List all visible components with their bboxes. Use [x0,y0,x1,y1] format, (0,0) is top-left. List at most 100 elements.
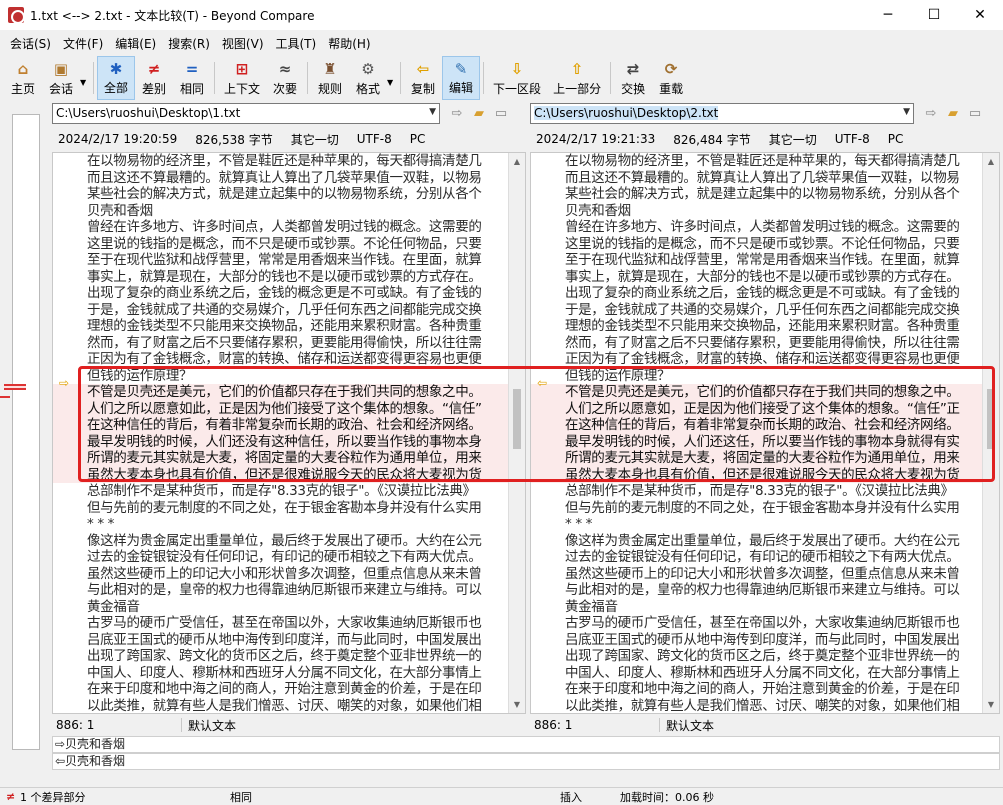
menu-file[interactable]: 文件(F) [57,35,109,52]
text-line[interactable]: 吕底亚王国式的硬币从地中海传到印度洋，而与此同时，中国发展出 [531,632,999,649]
text-line[interactable]: 理想的金钱类型不只能用来交换物品，还能用来累积财富。各种贵重 [531,318,999,335]
home-button[interactable]: ⌂ 主页 [4,56,42,100]
text-line[interactable]: 理想的金钱类型不只能用来交换物品，还能用来累积财富。各种贵重 [53,318,525,335]
reload-button[interactable]: ⟳ 重载 [652,56,690,100]
menu-tools[interactable]: 工具(T) [270,35,323,52]
left-encoding[interactable]: UTF-8 [357,132,392,146]
right-line-ending[interactable]: PC [888,132,904,146]
text-line[interactable]: 出现了跨国家、跨文化的货币区之后，终于奠定整个亚非世界统一的 [531,648,999,665]
right-encoding[interactable]: UTF-8 [835,132,870,146]
show-all-button[interactable]: ✱ 全部 [97,56,136,100]
copy-button[interactable]: ⇦ 复制 [404,56,442,100]
text-line[interactable]: 总部制作不是某种货币，而是存"8.33克的银子"。《汉谟拉比法典》 [53,483,525,500]
menu-help[interactable]: 帮助(H) [322,35,376,52]
text-line[interactable]: 古罗马的硬币广受信任，甚至在帝国以外，大家收集迪纳厄斯银币也 [53,615,525,632]
text-line[interactable]: 在以物易物的经济里，不管是鞋匠还是种苹果的，每天都得搞清楚几 [53,153,525,170]
text-line[interactable]: 至于在现代监狱和战俘营里，常常是用香烟来当作钱。在里面，就算 [53,252,525,269]
text-line[interactable]: 过去的金锭银锭没有任何印记，有印记的硬币相较之下有两大优点。 [53,549,525,566]
right-other-dropdown[interactable]: 其它一切 [769,131,817,148]
chevron-down-icon[interactable]: ▼ [429,107,436,117]
text-line[interactable]: 虽然这些硬币上的印记大小和形状曾多次调整，但重点信息从来未曾 [531,566,999,583]
text-line[interactable]: 某些社会的解决方式，就是建立起集中的以物易物系统，分别从各个 [53,186,525,203]
prev-section-button[interactable]: ⇧ 上一部分 [547,56,607,100]
scroll-up-icon[interactable]: ▲ [509,153,525,170]
left-save-icon[interactable]: ▭ [490,106,512,121]
swap-button[interactable]: ⇄ 交换 [614,56,652,100]
menu-search[interactable]: 搜索(R) [162,35,216,52]
text-line[interactable]: 于是，金钱就成了共通的交易媒介，几乎任何东西之间都能完成交换 [53,302,525,319]
scroll-down-icon[interactable]: ▼ [509,696,525,713]
text-line[interactable]: 与此相对的是，皇帝的权力也得靠迪纳厄斯银币来建立与维持。可以 [53,582,525,599]
left-folder-icon[interactable]: ▰ [468,106,490,121]
diff-overview-marker[interactable] [4,384,26,390]
text-line[interactable]: 在以物易物的经济里，不管是鞋匠还是种苹果的，每天都得搞清楚几 [531,153,999,170]
right-folder-icon[interactable]: ▰ [942,106,964,121]
text-line[interactable]: 以此类推，就算有些人是我们憎恶、讨厌、嘲笑的对象，如果他们相 [53,698,525,714]
text-line[interactable]: 中国人、印度人、穆斯林和西班牙人分属不同文化，在大部分事情上 [53,665,525,682]
edit-button[interactable]: ✎ 编辑 [442,56,481,100]
text-line[interactable]: 古罗马的硬币广受信任，甚至在帝国以外，大家收集迪纳厄斯银币也 [531,615,999,632]
scroll-down-icon[interactable]: ▼ [983,696,999,713]
format-dropdown-arrow[interactable]: ▼ [387,56,397,100]
rules-button[interactable]: ♜ 规则 [311,56,349,100]
text-line[interactable]: 总部制作不是某种货币，而是存"8.33克的银子"。《汉谟拉比法典》 [531,483,999,500]
text-line[interactable]: 过去的金锭银锭没有任何印记，有印记的硬币相较之下有两大优点。 [531,549,999,566]
minimize-button[interactable]: ─ [865,0,911,30]
left-history-icon[interactable]: ⇨ [446,106,468,121]
session-button[interactable]: ▣ 会话 [42,56,80,100]
close-button[interactable]: ✕ [957,0,1003,30]
text-line[interactable]: 像这样为贵金属定出重量单位，最后终于发展出了硬币。大约在公元 [53,533,525,550]
text-line[interactable]: 然而，有了财富之后不只要储存累积，更要能用得偷快，所以往往需 [53,335,525,352]
text-line[interactable]: 以此类推，就算有些人是我们憎恶、讨厌、嘲笑的对象，如果他们相 [531,698,999,714]
next-section-button[interactable]: ⇩ 下一区段 [487,56,547,100]
text-line[interactable]: 黄金福音 [53,599,525,616]
text-line[interactable]: 虽然这些硬币上的印记大小和形状曾多次调整，但重点信息从来未曾 [53,566,525,583]
text-line[interactable]: 然而，有了财富之后不只要储存累积，更要能用得偷快，所以往往需 [531,335,999,352]
text-line[interactable]: 与此相对的是，皇帝的权力也得靠迪纳厄斯银币来建立与维持。可以 [531,582,999,599]
overview-ruler[interactable] [12,114,40,750]
text-line[interactable]: 这里说的钱指的是概念，而不只是硬币或钞票。不论任何物品，只要 [531,236,999,253]
text-line[interactable]: 但与先前的麦元制度的不同之处，在于银金客勘本身并没有什么实用 [53,500,525,517]
text-line[interactable]: 但与先前的麦元制度的不同之处，在于银金客勘本身并没有什么实用 [531,500,999,517]
right-history-icon[interactable]: ⇨ [920,106,942,121]
text-line[interactable]: 中国人、印度人、穆斯林和西班牙人分属不同文化，在大部分事情上 [531,665,999,682]
text-line[interactable]: 出现了复杂的商业系统之后，金钱的概念更是不可或缺。有了金钱的 [53,285,525,302]
text-line[interactable]: 而且这还不算最糟的。就算真让人算出了几袋苹果值一双鞋，以物易 [531,170,999,187]
context-button[interactable]: ⊞ 上下文 [218,56,266,100]
text-line[interactable]: 像这样为贵金属定出重量单位，最后终于发展出了硬币。大约在公元 [531,533,999,550]
menu-edit[interactable]: 编辑(E) [109,35,162,52]
minor-button[interactable]: ≈ 次要 [266,56,304,100]
chevron-down-icon[interactable]: ▼ [903,107,910,117]
text-line[interactable]: 黄金福音 [531,599,999,616]
text-line[interactable]: 事实上，就算是现在，大部分的钱也不是以硬币或钞票的方式存在。 [53,269,525,286]
text-line[interactable]: 出现了复杂的商业系统之后，金钱的概念更是不可或缺。有了金钱的 [531,285,999,302]
text-line[interactable]: * * * [53,516,525,533]
right-save-icon[interactable]: ▭ [964,106,986,121]
text-line[interactable]: 于是，金钱就成了共通的交易媒介，几乎任何东西之间都能完成交换 [531,302,999,319]
text-line[interactable]: 曾经在许多地方、许多时间点，人类都曾发明过钱的概念。这需要的 [53,219,525,236]
right-path-field[interactable]: C:\Users\ruoshui\Desktop\2.txt ▼ [530,102,914,124]
text-line[interactable]: * * * [531,516,999,533]
text-line[interactable]: 某些社会的解决方式，就是建立起集中的以物易物系统，分别从各个 [531,186,999,203]
menu-session[interactable]: 会话(S) [4,35,57,52]
maximize-button[interactable]: ☐ [911,0,957,30]
left-line-ending[interactable]: PC [410,132,426,146]
left-path-field[interactable]: C:\Users\ruoshui\Desktop\1.txt ▼ [52,102,440,124]
text-line[interactable]: 吕底亚王国式的硬币从地中海传到印度洋，而与此同时，中国发展出 [53,632,525,649]
session-dropdown-arrow[interactable]: ▼ [80,56,90,100]
right-text-mode[interactable]: 默认文本 [660,717,714,734]
text-line[interactable]: 这里说的钱指的是概念，而不只是硬币或钞票。不论任何物品，只要 [53,236,525,253]
format-button[interactable]: ⚙ 格式 [349,56,387,100]
text-line[interactable]: 至于在现代监狱和战俘营里，常常是用香烟来当作钱。在里面，就算 [531,252,999,269]
show-same-button[interactable]: = 相同 [173,56,211,100]
menu-view[interactable]: 视图(V) [216,35,270,52]
left-text-mode[interactable]: 默认文本 [182,717,236,734]
scroll-up-icon[interactable]: ▲ [983,153,999,170]
text-line[interactable]: 出现了跨国家、跨文化的货币区之后，终于奠定整个亚非世界统一的 [53,648,525,665]
text-line[interactable]: 贝壳和香烟 [531,203,999,220]
text-line[interactable]: 而且这还不算最糟的。就算真让人算出了几袋苹果值一双鞋，以物易 [53,170,525,187]
text-line[interactable]: 在来于印度和地中海之间的商人，开始注意到黄金的价差，于是在印 [53,681,525,698]
show-diffs-button[interactable]: ≠ 差别 [135,56,173,100]
text-line[interactable]: 曾经在许多地方、许多时间点，人类都曾发明过钱的概念。这需要的 [531,219,999,236]
text-line[interactable]: 事实上，就算是现在，大部分的钱也不是以硬币或钞票的方式存在。 [531,269,999,286]
